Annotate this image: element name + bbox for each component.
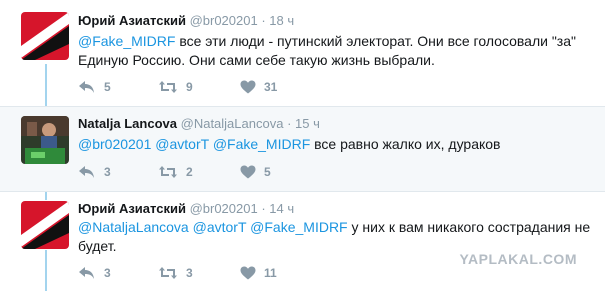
reply-icon	[78, 80, 96, 94]
avatar[interactable]	[21, 201, 69, 249]
reply-icon	[78, 165, 96, 179]
like-button[interactable]: 11	[240, 264, 277, 282]
reply-button[interactable]: 3	[78, 163, 111, 181]
mention-link[interactable]: @br020201	[78, 136, 151, 152]
like-count: 11	[264, 266, 277, 280]
retweet-icon	[158, 165, 178, 179]
like-count: 31	[264, 80, 278, 94]
tweet-text-segment: все равно жалко их, дураков	[310, 136, 501, 152]
user-handle[interactable]: @br020201	[190, 201, 258, 216]
reply-icon	[78, 266, 96, 280]
user-handle[interactable]: @NataljaLancova	[181, 116, 284, 131]
avatar[interactable]	[21, 116, 69, 164]
user-fullname[interactable]: Юрий Азиатский	[78, 13, 186, 28]
retweet-icon	[158, 266, 178, 280]
retweet-icon	[158, 80, 178, 94]
retweet-count: 2	[186, 165, 193, 179]
reply-count: 3	[104, 165, 111, 179]
user-fullname[interactable]: Natalja Lancova	[78, 116, 177, 131]
separator-dot: ·	[261, 201, 266, 216]
tweet-timestamp[interactable]: 15 ч	[295, 116, 320, 131]
reply-count: 5	[104, 80, 111, 94]
separator-dot: ·	[261, 13, 266, 28]
mention-link[interactable]: @Fake_MIDRF	[78, 33, 175, 49]
heart-icon	[240, 165, 256, 179]
separator-dot: ·	[287, 116, 292, 131]
reply-button[interactable]: 5	[78, 78, 111, 96]
user-fullname[interactable]: Юрий Азиатский	[78, 201, 186, 216]
mention-link[interactable]: @Fake_MIDRF	[213, 136, 310, 152]
retweet-button[interactable]: 2	[158, 163, 193, 181]
heart-icon	[240, 80, 256, 94]
tweet[interactable]: Юрий Азиатский @br020201 · 14 ч @Natalja…	[0, 191, 605, 291]
tweet-text: @Fake_MIDRF все эти люди - путинский эле…	[78, 32, 598, 70]
retweet-count: 9	[186, 80, 193, 94]
mention-link[interactable]: @NataljaLancova	[78, 219, 189, 235]
retweet-count: 3	[186, 266, 193, 280]
avatar[interactable]	[21, 12, 69, 60]
user-handle[interactable]: @br020201	[190, 13, 258, 28]
like-button[interactable]: 31	[240, 78, 277, 96]
tweet-text: @br020201 @avtorT @Fake_MIDRF все равно …	[78, 135, 598, 154]
tweet-timestamp[interactable]: 18 ч	[269, 13, 294, 28]
watermark-text: YAPLAKAL.COM	[459, 251, 577, 267]
retweet-button[interactable]: 9	[158, 78, 193, 96]
tweet-timestamp[interactable]: 14 ч	[269, 201, 294, 216]
reply-count: 3	[104, 266, 111, 280]
mention-link[interactable]: @avtorT	[155, 136, 209, 152]
like-button[interactable]: 5	[240, 163, 271, 181]
reply-button[interactable]: 3	[78, 264, 111, 282]
tweet[interactable]: Юрий Азиатский @br020201 · 18 ч @Fake_MI…	[0, 0, 605, 106]
heart-icon	[240, 266, 256, 280]
retweet-button[interactable]: 3	[158, 264, 193, 282]
mention-link[interactable]: @Fake_MIDRF	[250, 219, 347, 235]
like-count: 5	[264, 165, 271, 179]
mention-link[interactable]: @avtorT	[193, 219, 247, 235]
tweet[interactable]: Natalja Lancova @NataljaLancova · 15 ч @…	[0, 106, 605, 192]
